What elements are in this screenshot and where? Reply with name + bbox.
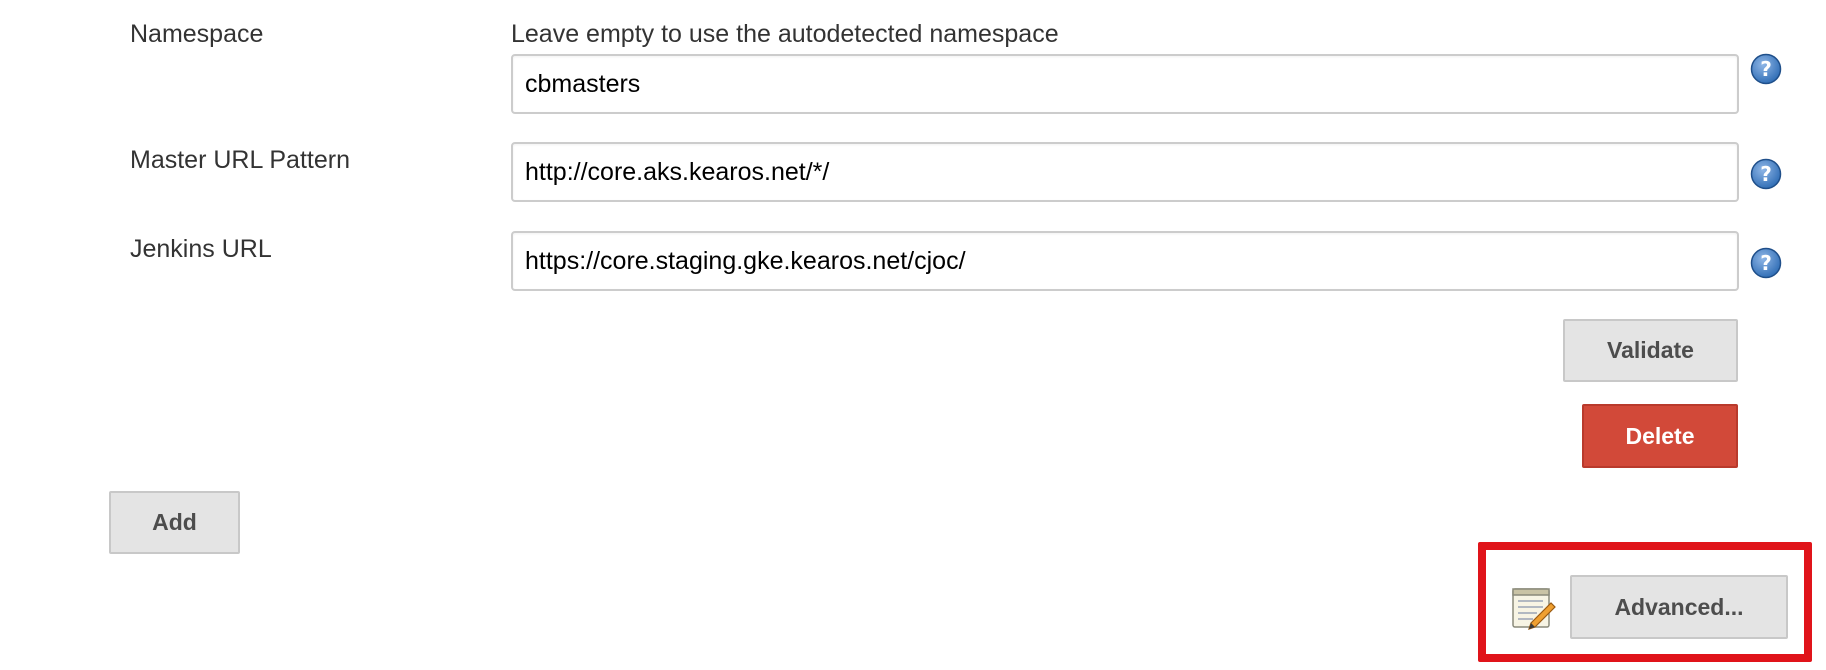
namespace-label: Namespace xyxy=(130,20,264,48)
master-url-pattern-label: Master URL Pattern xyxy=(130,146,350,174)
add-button[interactable]: Add xyxy=(109,491,240,554)
delete-button[interactable]: Delete xyxy=(1582,404,1738,468)
master-url-pattern-input[interactable] xyxy=(511,142,1739,202)
help-icon[interactable]: ? xyxy=(1750,158,1782,190)
namespace-hint: Leave empty to use the autodetected name… xyxy=(511,20,1059,48)
svg-text:?: ? xyxy=(1760,162,1772,186)
jenkins-url-input[interactable] xyxy=(511,231,1739,291)
help-icon[interactable]: ? xyxy=(1750,247,1782,279)
validate-button[interactable]: Validate xyxy=(1563,319,1738,382)
svg-text:?: ? xyxy=(1760,57,1772,81)
svg-text:?: ? xyxy=(1760,251,1772,275)
jenkins-url-label: Jenkins URL xyxy=(130,235,272,263)
notepad-icon xyxy=(1512,588,1556,630)
help-icon[interactable]: ? xyxy=(1750,53,1782,85)
namespace-input[interactable] xyxy=(511,54,1739,114)
advanced-button[interactable]: Advanced... xyxy=(1570,575,1788,639)
